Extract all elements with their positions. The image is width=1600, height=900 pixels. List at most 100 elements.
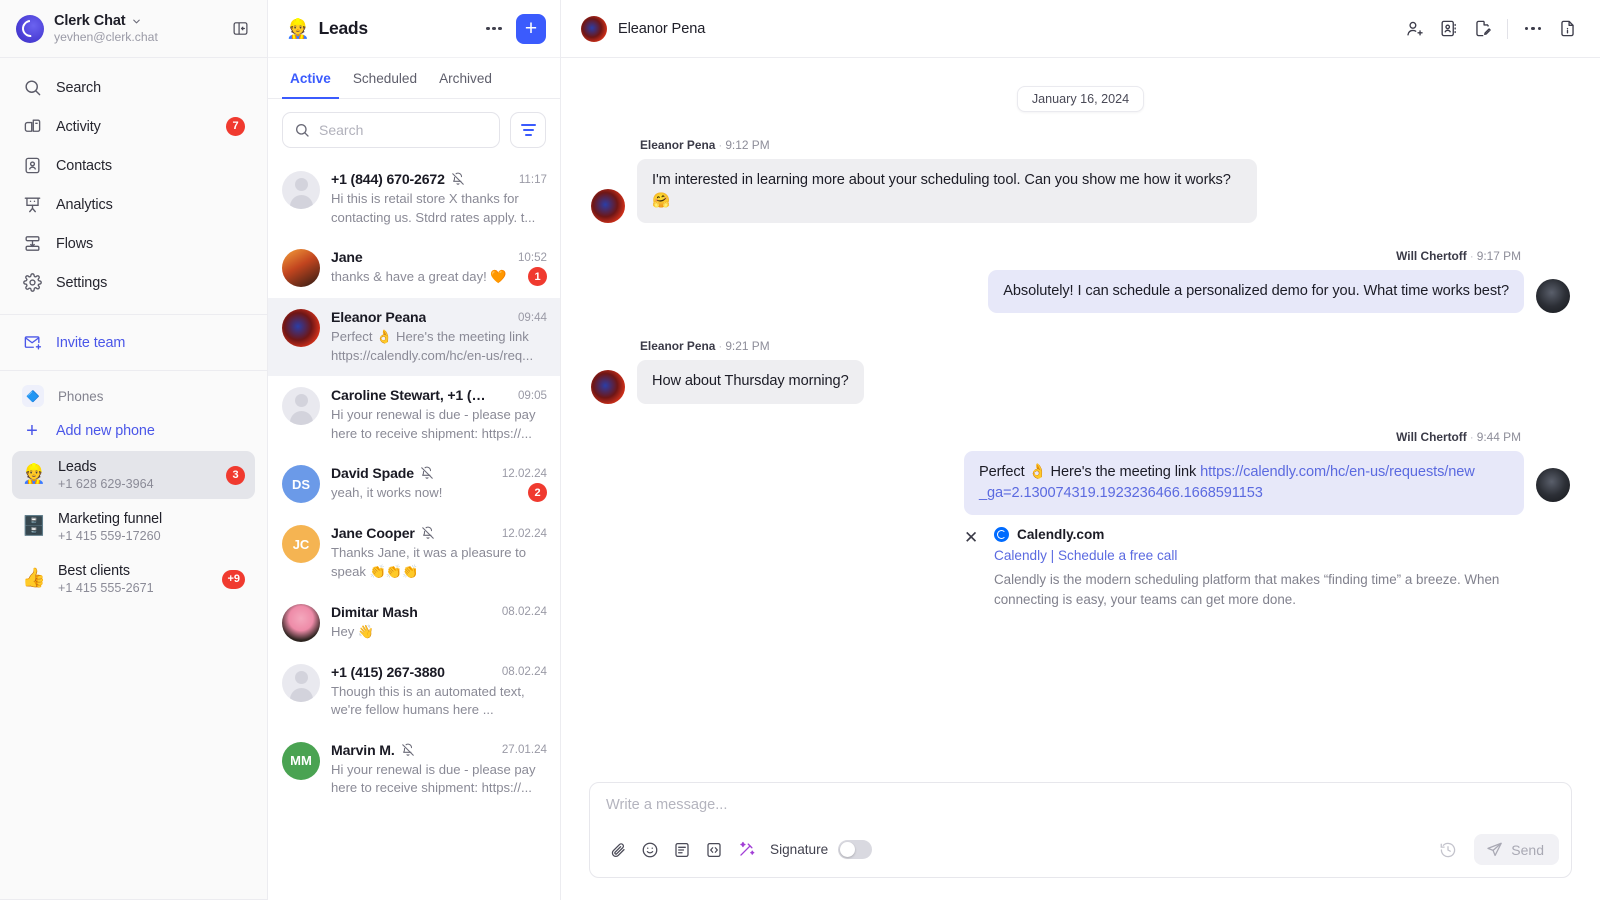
link-preview-card: ✕ Calendly.com Calendly | Schedule a fre…: [964, 526, 1524, 610]
conversation-top: Caroline Stewart, +1 (54... 09:05: [331, 387, 547, 403]
note-edit-icon[interactable]: [1467, 14, 1497, 44]
tab-scheduled[interactable]: Scheduled: [345, 58, 425, 99]
sidebar-item-analytics[interactable]: Analytics: [12, 185, 255, 224]
conversation-top: Dimitar Mash 08.02.24: [331, 604, 547, 620]
add-person-icon[interactable]: [1399, 14, 1429, 44]
emoji-icon[interactable]: [634, 835, 666, 865]
avatar: [1536, 467, 1570, 502]
list-item[interactable]: Jane 10:52 thanks & have a great day! 🧡 …: [268, 238, 560, 298]
workspace-header[interactable]: Clerk Chat yevhen@clerk.chat: [0, 0, 267, 58]
chat-header: Eleanor Pena: [561, 0, 1600, 58]
template-icon[interactable]: [666, 835, 698, 865]
sidebar-divider: [0, 314, 267, 315]
avatar: [282, 309, 320, 348]
close-icon[interactable]: ✕: [964, 527, 980, 546]
avatar: [1536, 279, 1570, 314]
schedule-clock-icon[interactable]: [1432, 835, 1464, 865]
list-item[interactable]: +1 (844) 670-2672 11:17 Hi this is retai…: [268, 160, 560, 238]
avatar: [591, 369, 625, 404]
left-sidebar: Clerk Chat yevhen@clerk.chat Search Acti…: [0, 0, 268, 900]
conversation-name: Caroline Stewart, +1 (54...: [331, 387, 489, 404]
app-root: Clerk Chat yevhen@clerk.chat Search Acti…: [0, 0, 1600, 900]
message-bubble: How about Thursday morning?: [637, 360, 864, 404]
composer-toolbar: Signature Send: [590, 828, 1571, 877]
sidebar-item-contacts[interactable]: Contacts: [12, 146, 255, 185]
primary-nav: Search Activity 7 Contacts Analytics Flo…: [0, 58, 267, 306]
search-box[interactable]: [282, 112, 500, 148]
message-bubble: Absolutely! I can schedule a personalize…: [988, 270, 1524, 314]
conversation-top: Jane 10:52: [331, 249, 547, 265]
send-label: Send: [1511, 841, 1544, 858]
workspace-text: Clerk Chat yevhen@clerk.chat: [54, 13, 217, 44]
chevron-down-icon[interactable]: [131, 16, 142, 27]
phone-text: Leads +1 628 629-3964: [58, 459, 214, 491]
more-dots-icon[interactable]: [481, 16, 507, 42]
message-input[interactable]: Write a message...: [590, 783, 1571, 828]
message-composer: Write a message... Signature Send: [589, 782, 1572, 878]
leads-emoji-icon: 👷: [22, 463, 46, 485]
invite-team-button[interactable]: Invite team: [12, 323, 255, 362]
activity-badge: 7: [226, 117, 245, 136]
sidebar-item-activity[interactable]: Activity 7: [12, 107, 255, 146]
conversation-top: +1 (415) 267-3880 08.02.24: [331, 664, 547, 680]
contact-card-icon[interactable]: [1433, 14, 1463, 44]
panel-collapse-icon[interactable]: [227, 16, 253, 42]
list-item[interactable]: MM Marvin M. 27.01.24 Hi your renewal is…: [268, 731, 560, 809]
list-item[interactable]: DS David Spade 12.02.24 yeah, it works n…: [268, 454, 560, 514]
link-preview-domain: Calendly.com: [1017, 526, 1105, 542]
sidebar-item-search[interactable]: Search: [12, 68, 255, 107]
sidebar-phone-best-clients[interactable]: 👍 Best clients +1 415 555-2671 +9: [12, 555, 255, 603]
avatar: [591, 189, 625, 224]
code-snippet-icon[interactable]: [698, 835, 730, 865]
attachment-icon[interactable]: [602, 835, 634, 865]
list-item[interactable]: +1 (415) 267-3880 08.02.24 Though this i…: [268, 653, 560, 731]
sidebar-phone-leads[interactable]: 👷 Leads +1 628 629-3964 3: [12, 451, 255, 499]
tab-archived[interactable]: Archived: [431, 58, 500, 99]
list-item[interactable]: Eleanor Peana 09:44 Perfect 👌 Here's the…: [268, 298, 560, 377]
conversation-list-pane: 👷 Leads + Active Scheduled Archived Sear…: [268, 0, 561, 900]
phone-number: +1 628 629-3964: [58, 477, 154, 491]
message-text-prefix: Perfect 👌 Here's the meeting link: [979, 463, 1201, 480]
message-meta: Eleanor Pena · 9:21 PM: [637, 339, 864, 353]
avatar: DS: [282, 465, 320, 504]
sidebar-item-settings[interactable]: Settings: [12, 263, 255, 302]
phone-number: +1 415 555-2671: [58, 581, 154, 595]
sidebar-phone-marketing-funnel[interactable]: 🗄️ Marketing funnel +1 415 559-17260: [12, 503, 255, 551]
sidebar-divider-2: [0, 370, 267, 371]
conversation-top: +1 (844) 670-2672 11:17: [331, 171, 547, 187]
link-preview-title[interactable]: Calendly | Schedule a free call: [994, 548, 1524, 563]
add-new-phone-button[interactable]: + Add new phone: [12, 413, 255, 449]
analytics-icon: [22, 195, 42, 215]
conversation-preview-row: yeah, it works now! 2: [331, 481, 547, 503]
conversation-body: David Spade 12.02.24 yeah, it works now!…: [331, 465, 547, 503]
more-dots-icon[interactable]: [1518, 14, 1548, 44]
message-column: Eleanor Pena · 9:21 PM How about Thursday …: [637, 339, 864, 404]
signature-toggle[interactable]: [838, 840, 873, 859]
sidebar-item-flows[interactable]: Flows: [12, 224, 255, 263]
file-info-icon[interactable]: [1552, 14, 1582, 44]
message-meta: Eleanor Pena · 9:12 PM: [637, 138, 1257, 152]
search-input[interactable]: [319, 122, 488, 138]
sidebar-item-label: Flows: [56, 235, 94, 252]
conversation-preview: thanks & have a great day! 🧡: [331, 269, 507, 285]
conversation-preview: Hey 👋: [331, 623, 375, 639]
phone-text: Marketing funnel +1 415 559-17260: [58, 511, 245, 543]
send-button[interactable]: Send: [1474, 834, 1559, 865]
list-item[interactable]: Caroline Stewart, +1 (54... 09:05 Hi you…: [268, 376, 560, 454]
chat-header-actions: [1399, 14, 1582, 44]
invite-team-label: Invite team: [56, 334, 126, 351]
phones-section-icon: 🔷: [22, 385, 44, 407]
sidebar-item-label: Settings: [56, 274, 108, 291]
filter-icon[interactable]: [510, 112, 546, 148]
unread-badge: 2: [528, 483, 547, 503]
conversation-list: +1 (844) 670-2672 11:17 Hi this is retai…: [268, 160, 560, 900]
ai-magic-icon[interactable]: [730, 835, 762, 865]
conversation-body: Dimitar Mash 08.02.24 Hey 👋: [331, 604, 547, 642]
new-conversation-button[interactable]: +: [516, 13, 546, 44]
send-plane-icon: [1486, 841, 1503, 858]
tab-active[interactable]: Active: [282, 58, 339, 99]
list-item[interactable]: Dimitar Mash 08.02.24 Hey 👋: [268, 593, 560, 653]
chat-contact-name: Eleanor Pena: [618, 20, 706, 37]
conversation-preview: Thanks Jane, it was a pleasure to speak …: [331, 545, 527, 580]
list-item[interactable]: JC Jane Cooper 12.02.24 Thanks Jane, it …: [268, 514, 560, 592]
